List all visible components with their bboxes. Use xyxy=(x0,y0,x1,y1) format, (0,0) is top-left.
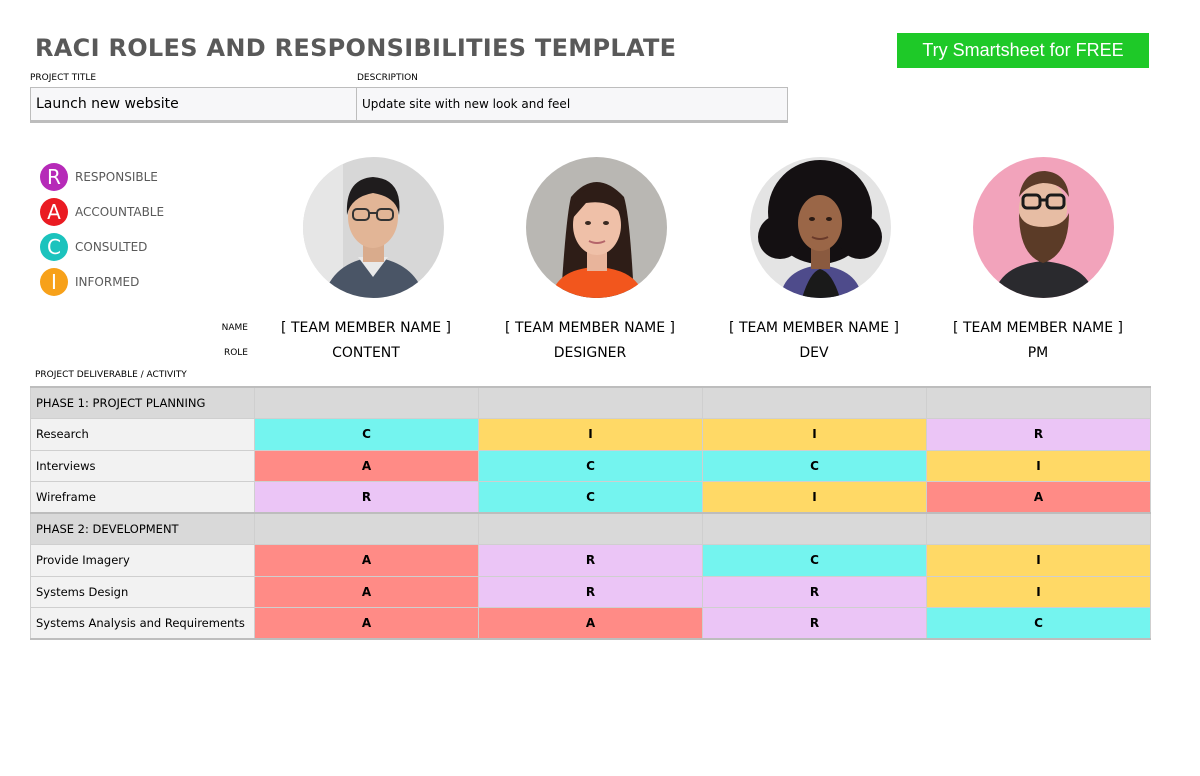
raci-cell[interactable]: I xyxy=(478,418,703,451)
member-name[interactable]: [ TEAM MEMBER NAME ] xyxy=(702,320,926,336)
legend-accountable: A ACCOUNTABLE xyxy=(40,198,164,226)
consulted-badge-icon: C xyxy=(40,233,68,261)
project-title-label: PROJECT TITLE xyxy=(30,73,97,83)
legend-informed: I INFORMED xyxy=(40,268,139,296)
member-name[interactable]: [ TEAM MEMBER NAME ] xyxy=(254,320,478,336)
raci-cell[interactable]: A xyxy=(478,607,703,640)
phase-title[interactable]: PHASE 2: DEVELOPMENT xyxy=(30,512,255,545)
legend-label: RESPONSIBLE xyxy=(75,170,158,184)
legend-label: INFORMED xyxy=(75,275,140,289)
responsible-badge-icon: R xyxy=(40,163,68,191)
role-row-label: ROLE xyxy=(223,348,248,358)
avatar-pm[interactable] xyxy=(973,157,1114,298)
phase-cell[interactable] xyxy=(926,386,1151,419)
phase-cell[interactable] xyxy=(702,512,927,545)
activity-name[interactable]: Wireframe xyxy=(30,481,255,514)
phase-row: PHASE 1: PROJECT PLANNING xyxy=(30,386,1151,419)
raci-cell[interactable]: R xyxy=(478,544,703,577)
page-title: RACI ROLES AND RESPONSIBILITIES TEMPLATE xyxy=(35,34,677,62)
raci-cell[interactable]: C xyxy=(702,449,927,482)
raci-cell[interactable]: C xyxy=(254,418,479,451)
raci-cell[interactable]: I xyxy=(926,449,1151,482)
member-role[interactable]: PM xyxy=(926,345,1150,361)
raci-cell[interactable]: R xyxy=(702,607,927,640)
avatar-photo-man-glasses xyxy=(303,157,444,298)
avatar-photo-woman-curly-hair xyxy=(750,157,891,298)
raci-cell[interactable]: A xyxy=(254,575,479,608)
deliverable-column-label: PROJECT DELIVERABLE / ACTIVITY xyxy=(35,370,187,380)
raci-cell[interactable]: R xyxy=(254,481,479,514)
raci-cell[interactable]: I xyxy=(926,544,1151,577)
description-label: DESCRIPTION xyxy=(357,73,418,83)
phase-title[interactable]: PHASE 1: PROJECT PLANNING xyxy=(30,386,255,419)
activity-row: Systems Design A R R I xyxy=(30,575,1151,608)
raci-matrix: PHASE 1: PROJECT PLANNING Research C I I… xyxy=(30,386,1151,640)
raci-cell[interactable]: A xyxy=(254,607,479,640)
raci-cell[interactable]: C xyxy=(478,481,703,514)
raci-cell[interactable]: I xyxy=(702,418,927,451)
activity-row: Systems Analysis and Requirements A A R … xyxy=(30,607,1151,640)
project-info-box: Launch new website Update site with new … xyxy=(30,87,788,123)
activity-name[interactable]: Provide Imagery xyxy=(30,544,255,577)
member-name[interactable]: [ TEAM MEMBER NAME ] xyxy=(926,320,1150,336)
phase-row: PHASE 2: DEVELOPMENT xyxy=(30,512,1151,545)
phase-cell[interactable] xyxy=(478,386,703,419)
activity-name[interactable]: Systems Design xyxy=(30,575,255,608)
member-role[interactable]: CONTENT xyxy=(254,345,478,361)
raci-cell[interactable]: I xyxy=(702,481,927,514)
raci-cell[interactable]: A xyxy=(254,544,479,577)
raci-cell[interactable]: C xyxy=(702,544,927,577)
raci-cell[interactable]: R xyxy=(926,418,1151,451)
raci-cell[interactable]: R xyxy=(478,575,703,608)
avatar-dev[interactable] xyxy=(750,157,891,298)
activity-row: Wireframe R C I A xyxy=(30,481,1151,514)
raci-cell[interactable]: C xyxy=(926,607,1151,640)
legend-label: CONSULTED xyxy=(75,240,148,254)
raci-cell[interactable]: A xyxy=(926,481,1151,514)
try-smartsheet-button[interactable]: Try Smartsheet for FREE xyxy=(897,33,1149,68)
project-description-field[interactable]: Update site with new look and feel xyxy=(357,88,787,120)
avatar-photo-man-beard xyxy=(973,157,1114,298)
project-title-field[interactable]: Launch new website xyxy=(31,88,357,120)
accountable-badge-icon: A xyxy=(40,198,68,226)
activity-name[interactable]: Interviews xyxy=(30,449,255,482)
member-role[interactable]: DEV xyxy=(702,345,926,361)
activity-row: Interviews A C C I xyxy=(30,449,1151,482)
legend-label: ACCOUNTABLE xyxy=(75,205,165,219)
activity-row: Provide Imagery A R C I xyxy=(30,544,1151,577)
legend-consulted: C CONSULTED xyxy=(40,233,147,261)
avatar-content[interactable] xyxy=(303,157,444,298)
name-row-label: NAME xyxy=(221,323,248,333)
raci-cell[interactable]: R xyxy=(702,575,927,608)
phase-cell[interactable] xyxy=(254,512,479,545)
member-name[interactable]: [ TEAM MEMBER NAME ] xyxy=(478,320,702,336)
phase-cell[interactable] xyxy=(926,512,1151,545)
phase-cell[interactable] xyxy=(478,512,703,545)
raci-cell[interactable]: C xyxy=(478,449,703,482)
phase-cell[interactable] xyxy=(702,386,927,419)
member-role[interactable]: DESIGNER xyxy=(478,345,702,361)
raci-cell[interactable]: I xyxy=(926,575,1151,608)
activity-row: Research C I I R xyxy=(30,418,1151,451)
legend-responsible: R RESPONSIBLE xyxy=(40,163,158,191)
activity-name[interactable]: Research xyxy=(30,418,255,451)
informed-badge-icon: I xyxy=(40,268,68,296)
activity-name[interactable]: Systems Analysis and Requirements xyxy=(30,607,255,640)
phase-cell[interactable] xyxy=(254,386,479,419)
raci-cell[interactable]: A xyxy=(254,449,479,482)
avatar-designer[interactable] xyxy=(526,157,667,298)
avatar-photo-woman-dark-hair xyxy=(526,157,667,298)
